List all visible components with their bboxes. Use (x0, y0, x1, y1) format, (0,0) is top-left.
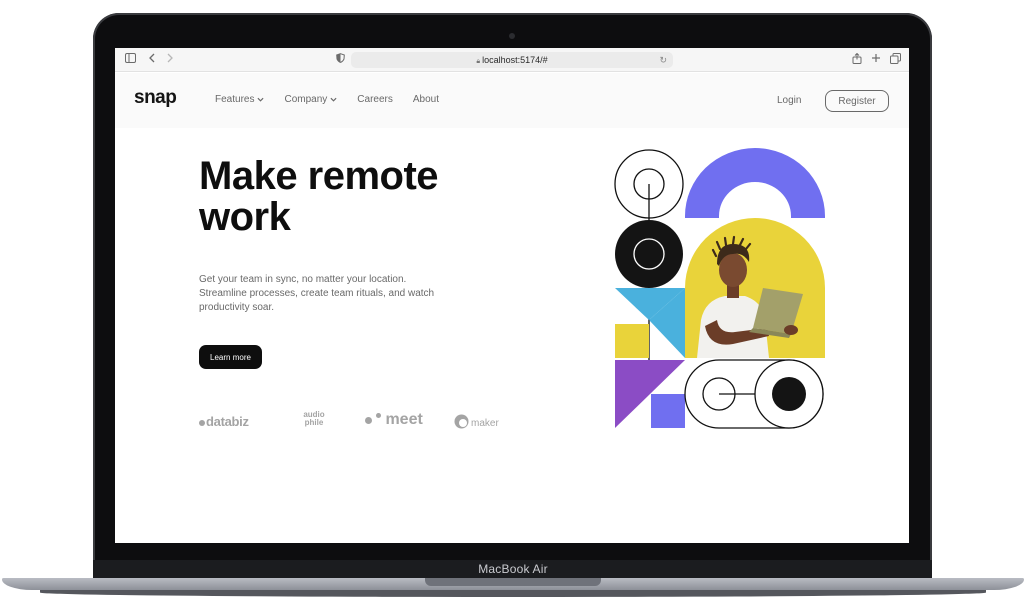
maker-text: maker (471, 418, 499, 429)
sidebar-icon[interactable] (123, 53, 137, 67)
person-photo (685, 218, 825, 358)
reload-icon[interactable]: ↻ (659, 52, 667, 68)
nav-about-label: About (412, 94, 439, 105)
purple-arch-shape (685, 148, 825, 218)
laptop-model-label: MacBook Air (478, 562, 548, 576)
client-logo-audiophile: audio phile (299, 411, 329, 427)
lock-icon: 🔒︎ (476, 58, 481, 65)
new-tab-icon[interactable] (869, 53, 883, 67)
url-text: localhost:5174/# (482, 55, 548, 65)
browser-window: 🔒︎ localhost:5174/# ↻ snap Features Compa… (115, 48, 909, 543)
nav-careers[interactable]: Careers (357, 94, 393, 105)
nav-careers-label: Careers (357, 94, 393, 105)
laptop-notch (425, 578, 601, 586)
hero-headline: Make remote work (199, 156, 499, 238)
address-bar[interactable]: 🔒︎ localhost:5174/# ↻ (351, 52, 673, 68)
forward-icon[interactable] (163, 53, 177, 67)
learn-more-button[interactable]: Learn more (199, 345, 262, 369)
hero-illustration (614, 148, 825, 429)
purple-square-shape (651, 394, 685, 428)
shield-icon[interactable] (333, 53, 347, 67)
yellow-square-shape (615, 324, 649, 358)
chevron-down-icon (330, 97, 337, 102)
login-link[interactable]: Login (777, 95, 801, 106)
meet-dot-small-icon (376, 413, 382, 418)
nav-about[interactable]: About (413, 94, 439, 105)
databiz-dot-icon (199, 420, 205, 426)
main-nav: Features Company Careers About (215, 94, 439, 105)
meet-text: meet (385, 411, 423, 428)
nav-features[interactable]: Features (215, 94, 264, 105)
browser-toolbar: 🔒︎ localhost:5174/# ↻ (115, 48, 909, 72)
black-circle-shape (615, 220, 683, 288)
client-logo-databiz: databiz (199, 414, 249, 429)
register-button[interactable]: Register (825, 90, 889, 112)
share-icon[interactable] (850, 52, 864, 67)
site-header: snap Features Company Careers About Logi… (115, 73, 909, 128)
client-logo-meet: meet (365, 411, 423, 429)
nav-features-label: Features (215, 94, 255, 105)
hero-lead-text: Get your team in sync, no matter your lo… (199, 274, 435, 313)
maker-mark-icon (454, 414, 469, 429)
databiz-text: databiz (206, 414, 249, 429)
hero-headline-line1: Make remote (199, 154, 439, 198)
pill-shape (684, 359, 824, 429)
nav-company[interactable]: Company (284, 94, 337, 105)
back-icon[interactable] (145, 53, 159, 67)
nav-company-label: Company (284, 94, 328, 105)
tabs-icon[interactable] (888, 53, 902, 67)
audiophile-text-line2: phile (304, 418, 324, 427)
client-logo-maker: maker (454, 414, 499, 429)
logo[interactable]: snap (134, 87, 177, 109)
meet-dot-icon (365, 417, 372, 424)
chevron-down-icon (257, 97, 264, 102)
camera-icon (509, 33, 515, 39)
hero-headline-line2: work (199, 195, 291, 239)
